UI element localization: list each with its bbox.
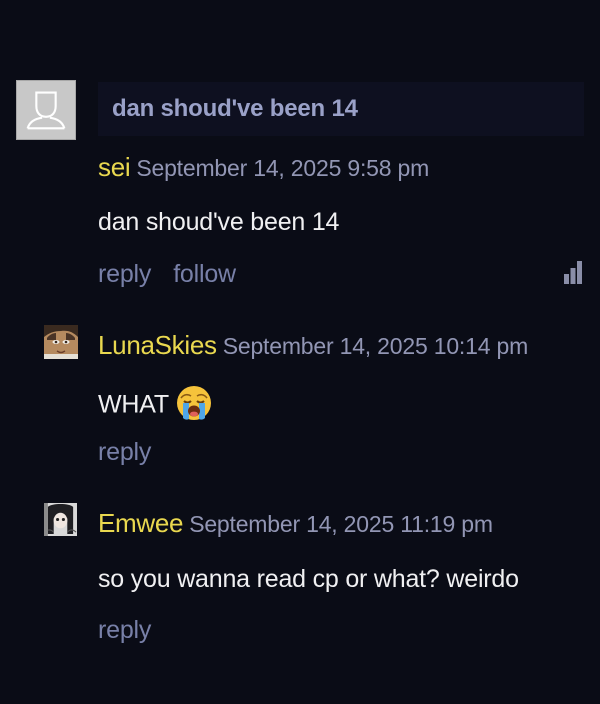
comment-text: WHAT (98, 384, 213, 425)
author-name[interactable]: sei (98, 152, 131, 183)
reply-to-text: dan shoud've been 14 (112, 95, 358, 122)
comment-actions: reply (98, 438, 151, 467)
comment-actions: reply follow (98, 260, 236, 289)
comment-actions: reply (98, 616, 151, 645)
comment-date[interactable]: September 14, 2025 10:14 pm (223, 333, 529, 360)
reply-button[interactable]: reply (98, 438, 151, 467)
author-name[interactable]: Emwee (98, 508, 184, 539)
loudly-crying-face-icon (175, 384, 213, 422)
reply-button[interactable]: reply (98, 260, 151, 289)
comment-meta: sei September 14, 2025 9:58 pm (98, 152, 429, 183)
default-user-avatar[interactable] (16, 80, 76, 140)
comments-section: dan shoud've been 14 sei September 14, 2… (0, 0, 600, 704)
anime-character-avatar[interactable] (44, 325, 78, 359)
comment-date[interactable]: September 14, 2025 11:19 pm (189, 511, 493, 538)
comment-meta: Emwee September 14, 2025 11:19 pm (98, 508, 493, 539)
comment-text: dan shoud've been 14 (98, 208, 340, 236)
comment-meta: LunaSkies September 14, 2025 10:14 pm (98, 330, 528, 361)
comment-date[interactable]: September 14, 2025 9:58 pm (136, 155, 429, 182)
anime-character-avatar[interactable] (44, 503, 77, 536)
comment-text: so you wanna read cp or what? weirdo (98, 565, 519, 593)
follow-button[interactable]: follow (173, 260, 236, 289)
signal-icon[interactable] (563, 259, 583, 285)
comment-text-content: WHAT (98, 390, 169, 419)
reply-to-quote[interactable]: dan shoud've been 14 (98, 82, 584, 136)
reply-button[interactable]: reply (98, 616, 151, 645)
author-name[interactable]: LunaSkies (98, 330, 217, 361)
